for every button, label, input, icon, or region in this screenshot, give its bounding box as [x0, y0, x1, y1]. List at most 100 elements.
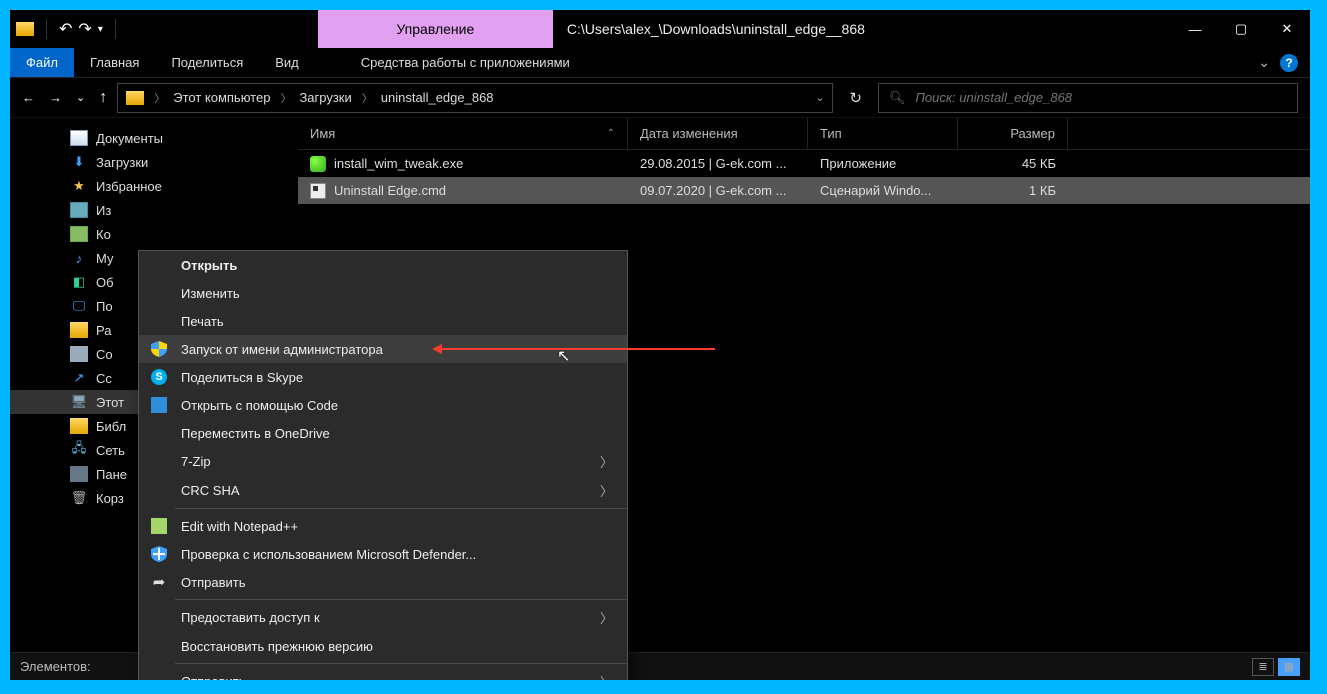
up-button[interactable]: ↑ [99, 89, 107, 107]
titlebar: ↶ ↷ ▾ Управление C:\Users\alex_\Download… [10, 10, 1310, 48]
blank-icon [149, 609, 169, 627]
crate-icon [70, 226, 88, 242]
recent-locations-button[interactable]: ⌄ [76, 91, 85, 104]
tree-item-label: Со [96, 347, 113, 362]
dl-icon: ⬇ [70, 154, 88, 170]
redo-button[interactable]: ↷ [78, 19, 91, 39]
column-date[interactable]: Дата изменения [628, 118, 808, 149]
tree-item-label: Этот [96, 395, 124, 410]
tree-item-label: Об [96, 275, 114, 290]
blank-icon [149, 424, 169, 442]
submenu-arrow-icon: 〉 [600, 608, 613, 627]
menu-item-label: Отправить [181, 575, 613, 590]
tree-item[interactable]: Избранное [10, 174, 298, 198]
tree-item-label: Из [96, 203, 111, 218]
view-details-button[interactable]: ≣ [1252, 658, 1274, 676]
file-type: Приложение [808, 156, 958, 171]
menu-item[interactable]: Изменить [139, 279, 627, 307]
menu-item[interactable]: Отправить〉 [139, 667, 627, 680]
address-dropdown[interactable]: ⌄ [815, 91, 824, 104]
doc-icon [70, 130, 88, 146]
undo-button[interactable]: ↶ [59, 19, 72, 39]
fold-icon [70, 322, 88, 338]
menu-item-label: 7-Zip [181, 454, 588, 469]
search-box[interactable]: 🔍︎ [878, 83, 1298, 113]
menu-item-label: Поделиться в Skype [181, 370, 613, 385]
menu-item-label: Восстановить прежнюю версию [181, 639, 613, 654]
column-size[interactable]: Размер [958, 118, 1068, 149]
minimize-button[interactable]: — [1172, 10, 1218, 48]
menu-item[interactable]: Предоставить доступ к〉 [139, 603, 627, 632]
tree-item-label: Корз [96, 491, 124, 506]
tree-item-label: По [96, 299, 113, 314]
close-button[interactable]: ✕ [1264, 10, 1310, 48]
star-icon [70, 178, 88, 194]
maximize-button[interactable]: ▢ [1218, 10, 1264, 48]
chevron-right-icon[interactable]: 〉 [362, 90, 373, 106]
menu-item[interactable]: Проверка с использованием Microsoft Defe… [139, 540, 627, 568]
menu-item-label: Переместить в OneDrive [181, 426, 613, 441]
menu-item[interactable]: Edit with Notepad++ [139, 512, 627, 540]
tree-item[interactable]: Из [10, 198, 298, 222]
tree-item[interactable]: Документы [10, 126, 298, 150]
chevron-right-icon[interactable]: 〉 [154, 90, 165, 106]
tab-view[interactable]: Вид [259, 48, 315, 77]
column-name[interactable]: Имя⌃ [298, 118, 628, 149]
cursor-icon: ↖ [557, 346, 570, 366]
menu-item[interactable]: Переместить в OneDrive [139, 419, 627, 447]
tab-app-tools[interactable]: Средства работы с приложениями [345, 48, 586, 77]
tab-share[interactable]: Поделиться [155, 48, 259, 77]
ribbon-tabs: Файл Главная Поделиться Вид Средства раб… [10, 48, 1310, 78]
search-icon: 🔍︎ [889, 90, 906, 106]
music-icon: ♪ [70, 250, 88, 266]
menu-item[interactable]: Открыть с помощью Code [139, 391, 627, 419]
menu-separator [175, 508, 627, 509]
refresh-button[interactable]: ↻ [843, 89, 868, 107]
file-row[interactable]: install_wim_tweak.exe29.08.2015 | G-ek.c… [298, 150, 1310, 177]
drive-icon [70, 346, 88, 362]
tree-item-label: Сеть [96, 443, 125, 458]
tree-item[interactable]: ⬇ Загрузки [10, 150, 298, 174]
defender-icon [149, 545, 169, 563]
menu-item[interactable]: Восстановить прежнюю версию [139, 632, 627, 660]
chevron-right-icon[interactable]: 〉 [280, 90, 291, 106]
view-large-icons-button[interactable]: ▦ [1278, 658, 1300, 676]
breadcrumb-downloads[interactable]: Загрузки [299, 90, 351, 105]
menu-item-label: Изменить [181, 286, 613, 301]
menu-item[interactable]: ➦Отправить [139, 568, 627, 596]
file-date: 09.07.2020 | G-ek.com ... [628, 183, 808, 198]
sort-indicator-icon: ⌃ [607, 128, 615, 139]
menu-item[interactable]: Открыть [139, 251, 627, 279]
menu-item-label: Edit with Notepad++ [181, 519, 613, 534]
vscode-icon [149, 396, 169, 414]
menu-item[interactable]: CRC SHA〉 [139, 476, 627, 505]
back-button[interactable]: ← [22, 90, 35, 105]
menu-item[interactable]: Печать [139, 307, 627, 335]
window-title: C:\Users\alex_\Downloads\uninstall_edge_… [553, 10, 1172, 48]
skype-icon: S [149, 368, 169, 386]
breadcrumb-this-pc[interactable]: Этот компьютер [173, 90, 270, 105]
ribbon-expand-button[interactable]: ⌄ [1258, 54, 1270, 71]
tree-item-label: Сс [96, 371, 112, 386]
menu-item[interactable]: S Поделиться в Skype [139, 363, 627, 391]
tree-item[interactable]: Ко [10, 222, 298, 246]
blank-icon [149, 284, 169, 302]
tab-home[interactable]: Главная [74, 48, 155, 77]
pic-icon [70, 202, 88, 218]
tab-file[interactable]: Файл [10, 48, 74, 77]
file-icon [310, 156, 326, 172]
status-text: Элементов: [20, 659, 91, 674]
menu-separator [175, 599, 627, 600]
file-row[interactable]: Uninstall Edge.cmd09.07.2020 | G-ek.com … [298, 177, 1310, 204]
address-bar[interactable]: 〉 Этот компьютер 〉 Загрузки 〉 uninstall_edg… [117, 83, 833, 113]
menu-item[interactable]: 7-Zip〉 [139, 447, 627, 476]
forward-button[interactable]: → [49, 90, 62, 105]
help-button[interactable]: ? [1280, 54, 1298, 72]
tree-item-label: Загрузки [96, 155, 148, 170]
qat-dropdown[interactable]: ▾ [98, 24, 103, 35]
search-input[interactable] [916, 90, 1287, 105]
column-type[interactable]: Тип [808, 118, 958, 149]
link-icon: ↗ [70, 370, 88, 386]
breadcrumb-folder[interactable]: uninstall_edge_868 [381, 90, 494, 105]
tree-item-label: Ко [96, 227, 111, 242]
